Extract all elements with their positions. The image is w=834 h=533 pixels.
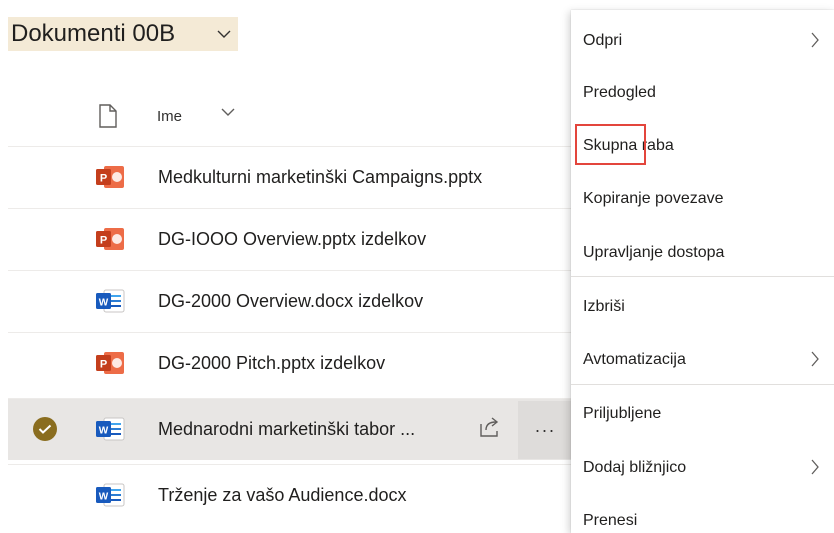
menu-item-label: Predogled	[583, 84, 656, 101]
file-name[interactable]: Mednarodni marketinški tabor ...	[158, 419, 415, 440]
menu-item-label: Kopiranje povezave	[583, 190, 724, 207]
chevron-right-icon	[811, 32, 819, 48]
menu-divider	[571, 276, 834, 277]
menu-item-manage-access[interactable]: Upravljanje dostopa	[571, 231, 834, 275]
menu-item-preview[interactable]: Predogled	[571, 71, 834, 115]
powerpoint-file-icon: P	[96, 228, 124, 250]
svg-text:P: P	[100, 235, 107, 247]
menu-item-label: Izbriši	[583, 298, 625, 315]
chevron-down-icon[interactable]	[220, 107, 236, 117]
svg-text:W: W	[99, 492, 109, 503]
share-icon[interactable]	[478, 416, 502, 438]
library-title[interactable]: Dokumenti 00B	[8, 17, 179, 51]
svg-text:P: P	[100, 173, 107, 185]
menu-item-label: Upravljanje dostopa	[583, 244, 725, 261]
menu-item-label: Prenesi	[583, 512, 638, 529]
word-file-icon: W	[96, 289, 125, 313]
svg-text:W: W	[99, 426, 109, 437]
column-header-name[interactable]: Ime	[157, 108, 182, 125]
menu-item-open[interactable]: Odpri	[571, 19, 834, 63]
menu-divider	[571, 384, 834, 385]
menu-item-copy-link[interactable]: Kopiranje povezave	[571, 177, 834, 221]
file-name[interactable]: DG-2000 Pitch.pptx izdelkov	[158, 353, 385, 374]
library-title-area: Dokumenti 00B	[8, 17, 238, 51]
menu-item-label: Priljubljene	[583, 405, 662, 422]
chevron-right-icon	[811, 351, 819, 367]
chevron-right-icon	[811, 459, 819, 475]
menu-item-favorites[interactable]: Priljubljene	[571, 392, 834, 436]
svg-text:P: P	[100, 359, 107, 371]
file-type-header-icon[interactable]	[98, 104, 118, 128]
menu-item-add-shortcut[interactable]: Dodaj bližnjico	[571, 446, 834, 490]
menu-item-label: Dodaj bližnjico	[583, 459, 687, 476]
svg-text:W: W	[99, 298, 109, 309]
library-switcher-button[interactable]	[172, 17, 238, 51]
menu-item-label: Odpri	[583, 32, 623, 49]
highlight-annotation	[575, 124, 646, 165]
word-file-icon: W	[96, 483, 125, 507]
file-name[interactable]: Trženje za vašo Audience.docx	[158, 485, 406, 506]
row-selected-checkmark-icon[interactable]	[33, 417, 57, 441]
more-actions-button[interactable]: ···	[518, 401, 572, 459]
file-name[interactable]: Medkulturni marketinški Campaigns.pptx	[158, 167, 482, 188]
powerpoint-file-icon: P	[96, 166, 124, 188]
menu-item-delete[interactable]: Izbriši	[571, 285, 834, 329]
context-menu: Odpri Predogled Skupna raba Kopiranje po…	[571, 10, 834, 533]
file-name[interactable]: DG-2000 Overview.docx izdelkov	[158, 291, 423, 312]
word-file-icon: W	[96, 417, 125, 441]
menu-item-download[interactable]: Prenesi	[571, 499, 834, 533]
chevron-down-icon	[217, 30, 231, 38]
powerpoint-file-icon: P	[96, 352, 124, 374]
file-name[interactable]: DG-IOOO Overview.pptx izdelkov	[158, 229, 426, 250]
menu-item-label: Avtomatizacija	[583, 351, 686, 368]
menu-item-automate[interactable]: Avtomatizacija	[571, 338, 834, 382]
